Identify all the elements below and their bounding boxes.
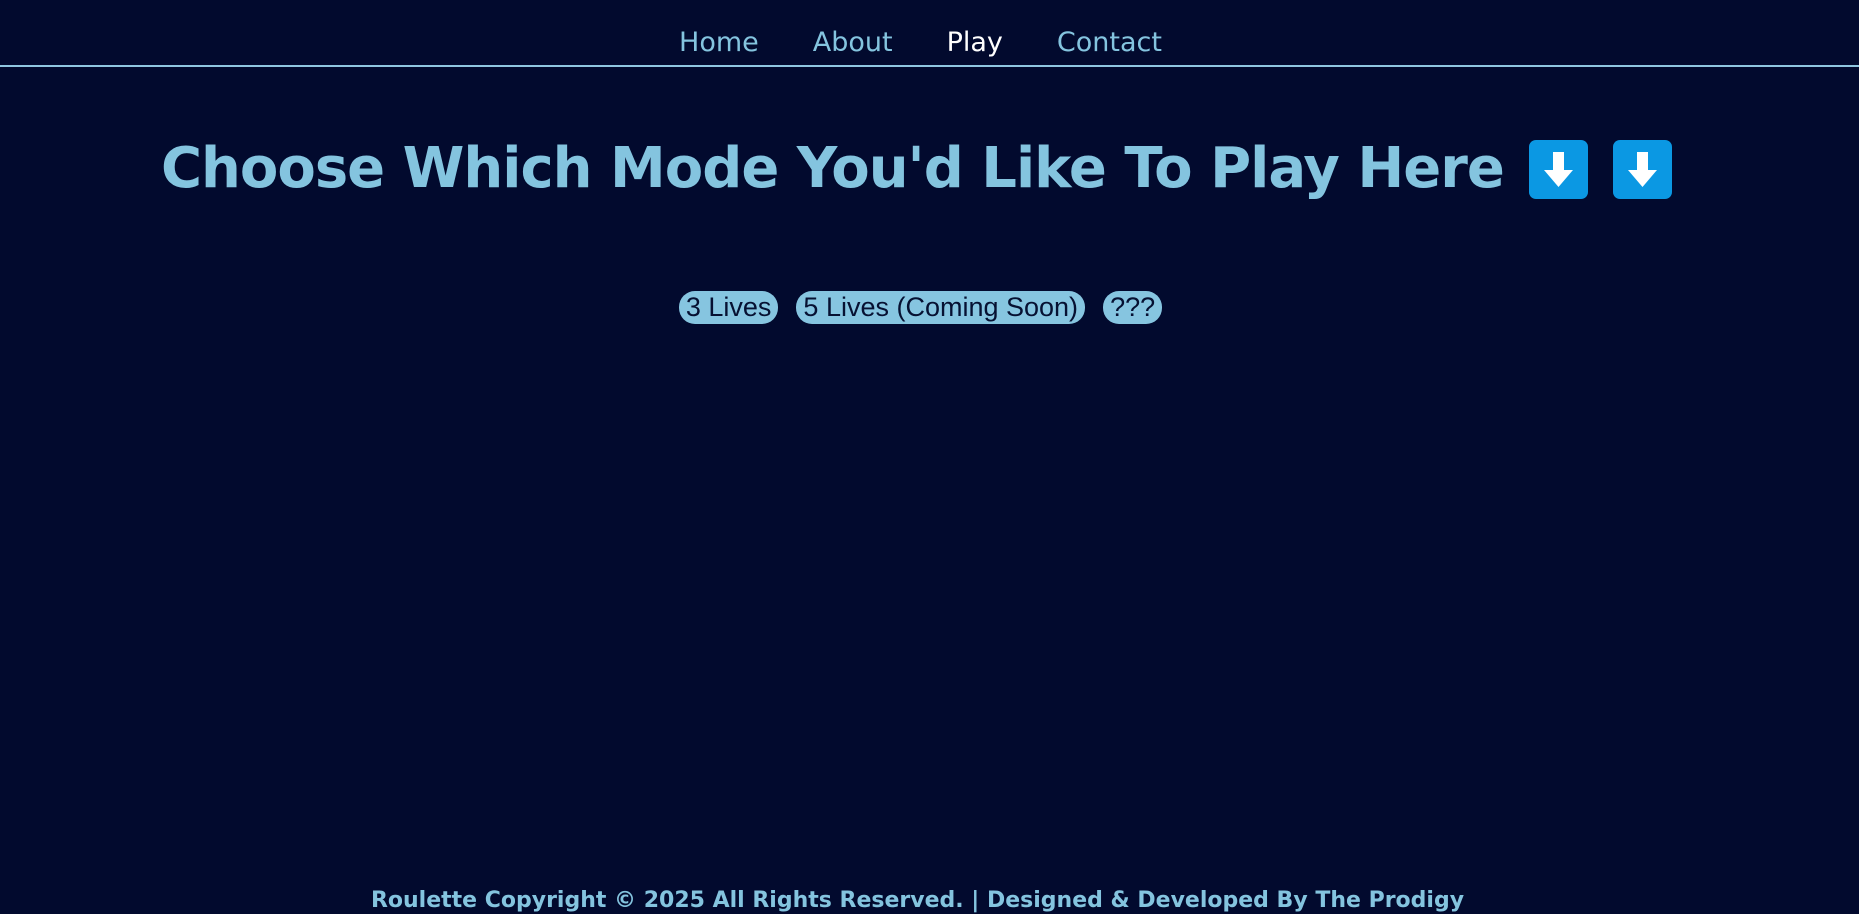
footer-copyright: Roulette Copyright © 2025 All Rights Res… bbox=[370, 888, 1465, 913]
nav-link-home[interactable]: Home bbox=[679, 26, 759, 60]
page-title-row: Choose Which Mode You'd Like To Play Her… bbox=[0, 136, 1846, 202]
page-title: Choose Which Mode You'd Like To Play Her… bbox=[160, 136, 1505, 201]
down-arrow-emoji-icon bbox=[1613, 139, 1673, 199]
nav-link-contact[interactable]: Contact bbox=[1057, 26, 1162, 60]
five-lives-coming-soon-button[interactable]: 5 Lives (Coming Soon) bbox=[796, 291, 1086, 324]
page: Home About Play Contact Choose Which Mod… bbox=[0, 0, 1859, 914]
top-navigation: Home About Play Contact bbox=[0, 0, 1859, 67]
down-arrow-emoji-icon bbox=[1528, 139, 1588, 199]
nav-link-about[interactable]: About bbox=[813, 26, 893, 60]
mystery-mode-button[interactable]: ??? bbox=[1103, 291, 1163, 324]
mode-selector: 3 Lives 5 Lives (Coming Soon) ??? bbox=[0, 291, 1850, 324]
nav-links: Home About Play Contact bbox=[0, 26, 1850, 60]
nav-link-play[interactable]: Play bbox=[947, 26, 1003, 60]
three-lives-button[interactable]: 3 Lives bbox=[678, 291, 779, 324]
